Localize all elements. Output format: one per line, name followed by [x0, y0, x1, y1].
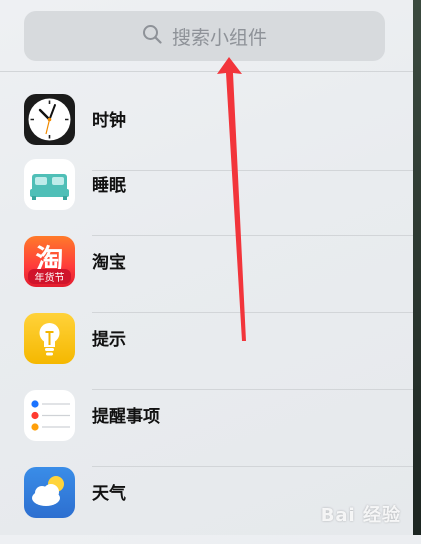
list-item-sleep[interactable]: 睡眠 [0, 159, 413, 236]
list-item-reminders[interactable]: 提醒事项 [0, 390, 413, 467]
list-item-taobao[interactable]: 淘 年货节 淘宝 [0, 236, 413, 313]
widget-label: 提醒事项 [92, 407, 160, 427]
widget-label: 睡眠 [92, 176, 126, 196]
list-item-tips[interactable]: 提示 [0, 313, 413, 390]
right-edge-wallpaper [413, 0, 421, 535]
watermark: Bai 经验 [320, 505, 401, 526]
divider [0, 71, 413, 72]
widget-label: 提示 [92, 330, 126, 350]
widget-list: 时钟 睡眠 淘 年货节 淘宝 提示 提醒事项 天气 [0, 82, 413, 544]
widget-label: 天气 [92, 484, 126, 504]
tips-lightbulb-icon [24, 313, 75, 364]
weather-cloud-sun-icon [24, 467, 75, 518]
sleep-bed-icon [24, 159, 75, 210]
clock-app-icon [24, 94, 75, 145]
taobao-icon-badge: 年货节 [28, 269, 71, 284]
reminders-list-icon [24, 390, 75, 441]
search-placeholder: 搜索小组件 [171, 26, 267, 49]
widget-label: 时钟 [92, 111, 126, 131]
widget-label: 淘宝 [92, 253, 126, 273]
taobao-app-icon: 淘 年货节 [24, 236, 75, 287]
search-icon [142, 24, 162, 49]
search-bar[interactable]: 搜索小组件 [24, 11, 385, 61]
